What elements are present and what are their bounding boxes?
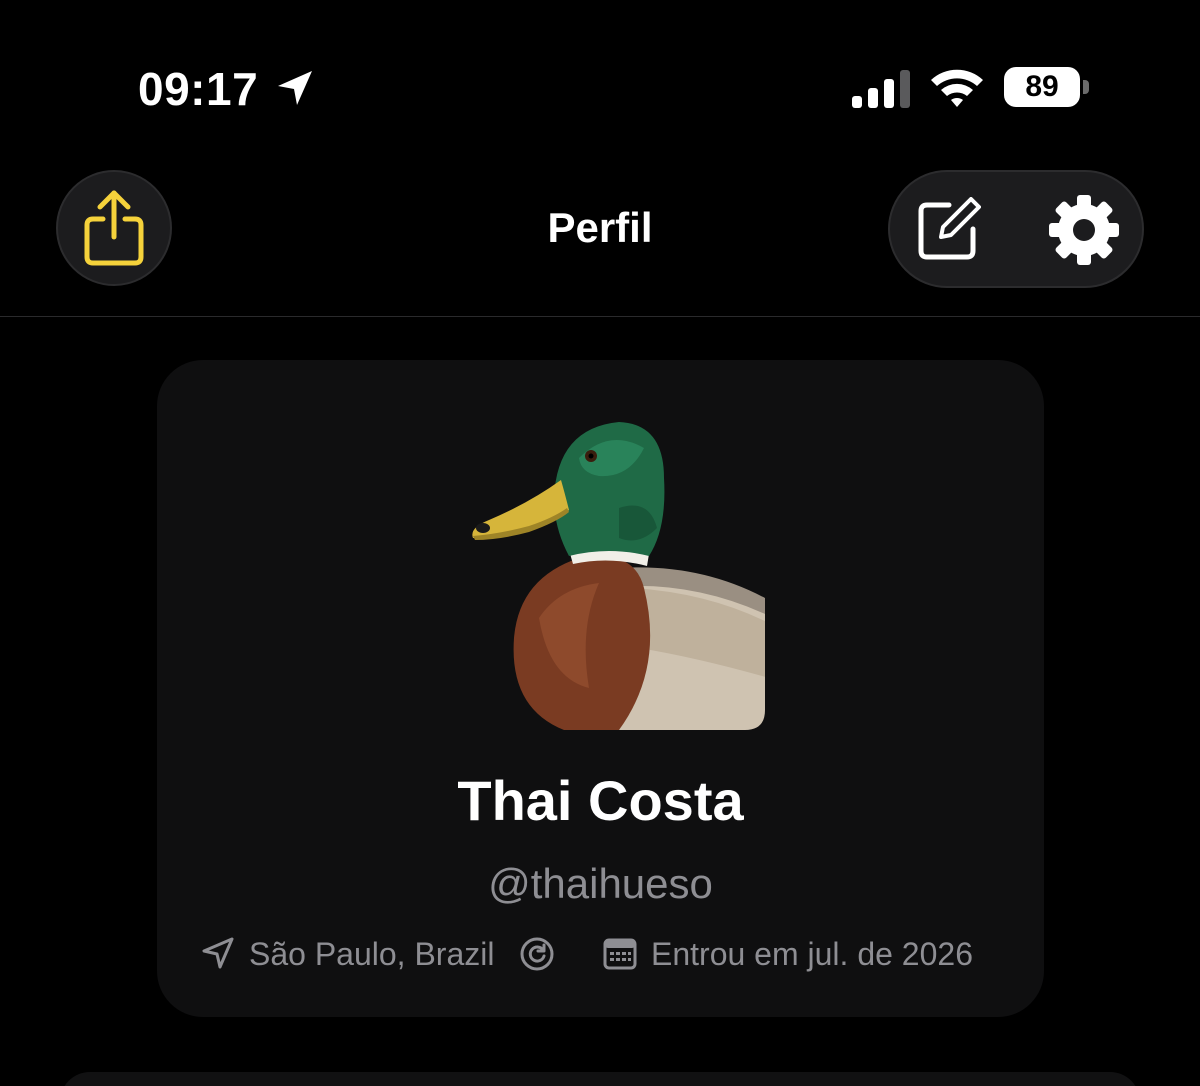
status-time: 09:17 (138, 63, 259, 115)
profile-screen: 09:17 89 Perfil Thai Costa @thaihueso Sã… (0, 0, 1200, 1086)
profile-meta: São Paulo, Brazil Entrou em jul. de 2026 (201, 932, 1001, 980)
profile-joined-date: Entrou em jul. de 2026 (651, 936, 973, 972)
status-bar: 09:17 89 (0, 0, 1200, 150)
calendar-icon (603, 938, 637, 970)
header-actions (888, 170, 1144, 288)
battery-tip (1083, 80, 1089, 94)
location-arrow-icon (202, 937, 234, 969)
battery-icon: 89 (1004, 67, 1090, 107)
mallard-duck-avatar[interactable] (469, 418, 765, 730)
settings-button[interactable] (1046, 192, 1122, 268)
profile-name: Thai Costa (457, 769, 744, 832)
profile-location: São Paulo, Brazil (249, 936, 495, 972)
location-arrow-icon (278, 71, 312, 105)
wifi-icon (931, 69, 983, 107)
edit-profile-button[interactable] (912, 194, 984, 266)
battery-level: 89 (1004, 67, 1080, 107)
compose-icon (918, 197, 981, 260)
gear-icon (1049, 195, 1119, 265)
profile-card: Thai Costa @thaihueso São Paulo, Brazil … (157, 360, 1044, 1017)
nav-header: Perfil (0, 150, 1200, 317)
profile-handle: @thaihueso (488, 860, 713, 907)
cellular-signal-icon (852, 70, 910, 108)
next-card (60, 1072, 1140, 1086)
refresh-icon[interactable] (519, 936, 555, 972)
